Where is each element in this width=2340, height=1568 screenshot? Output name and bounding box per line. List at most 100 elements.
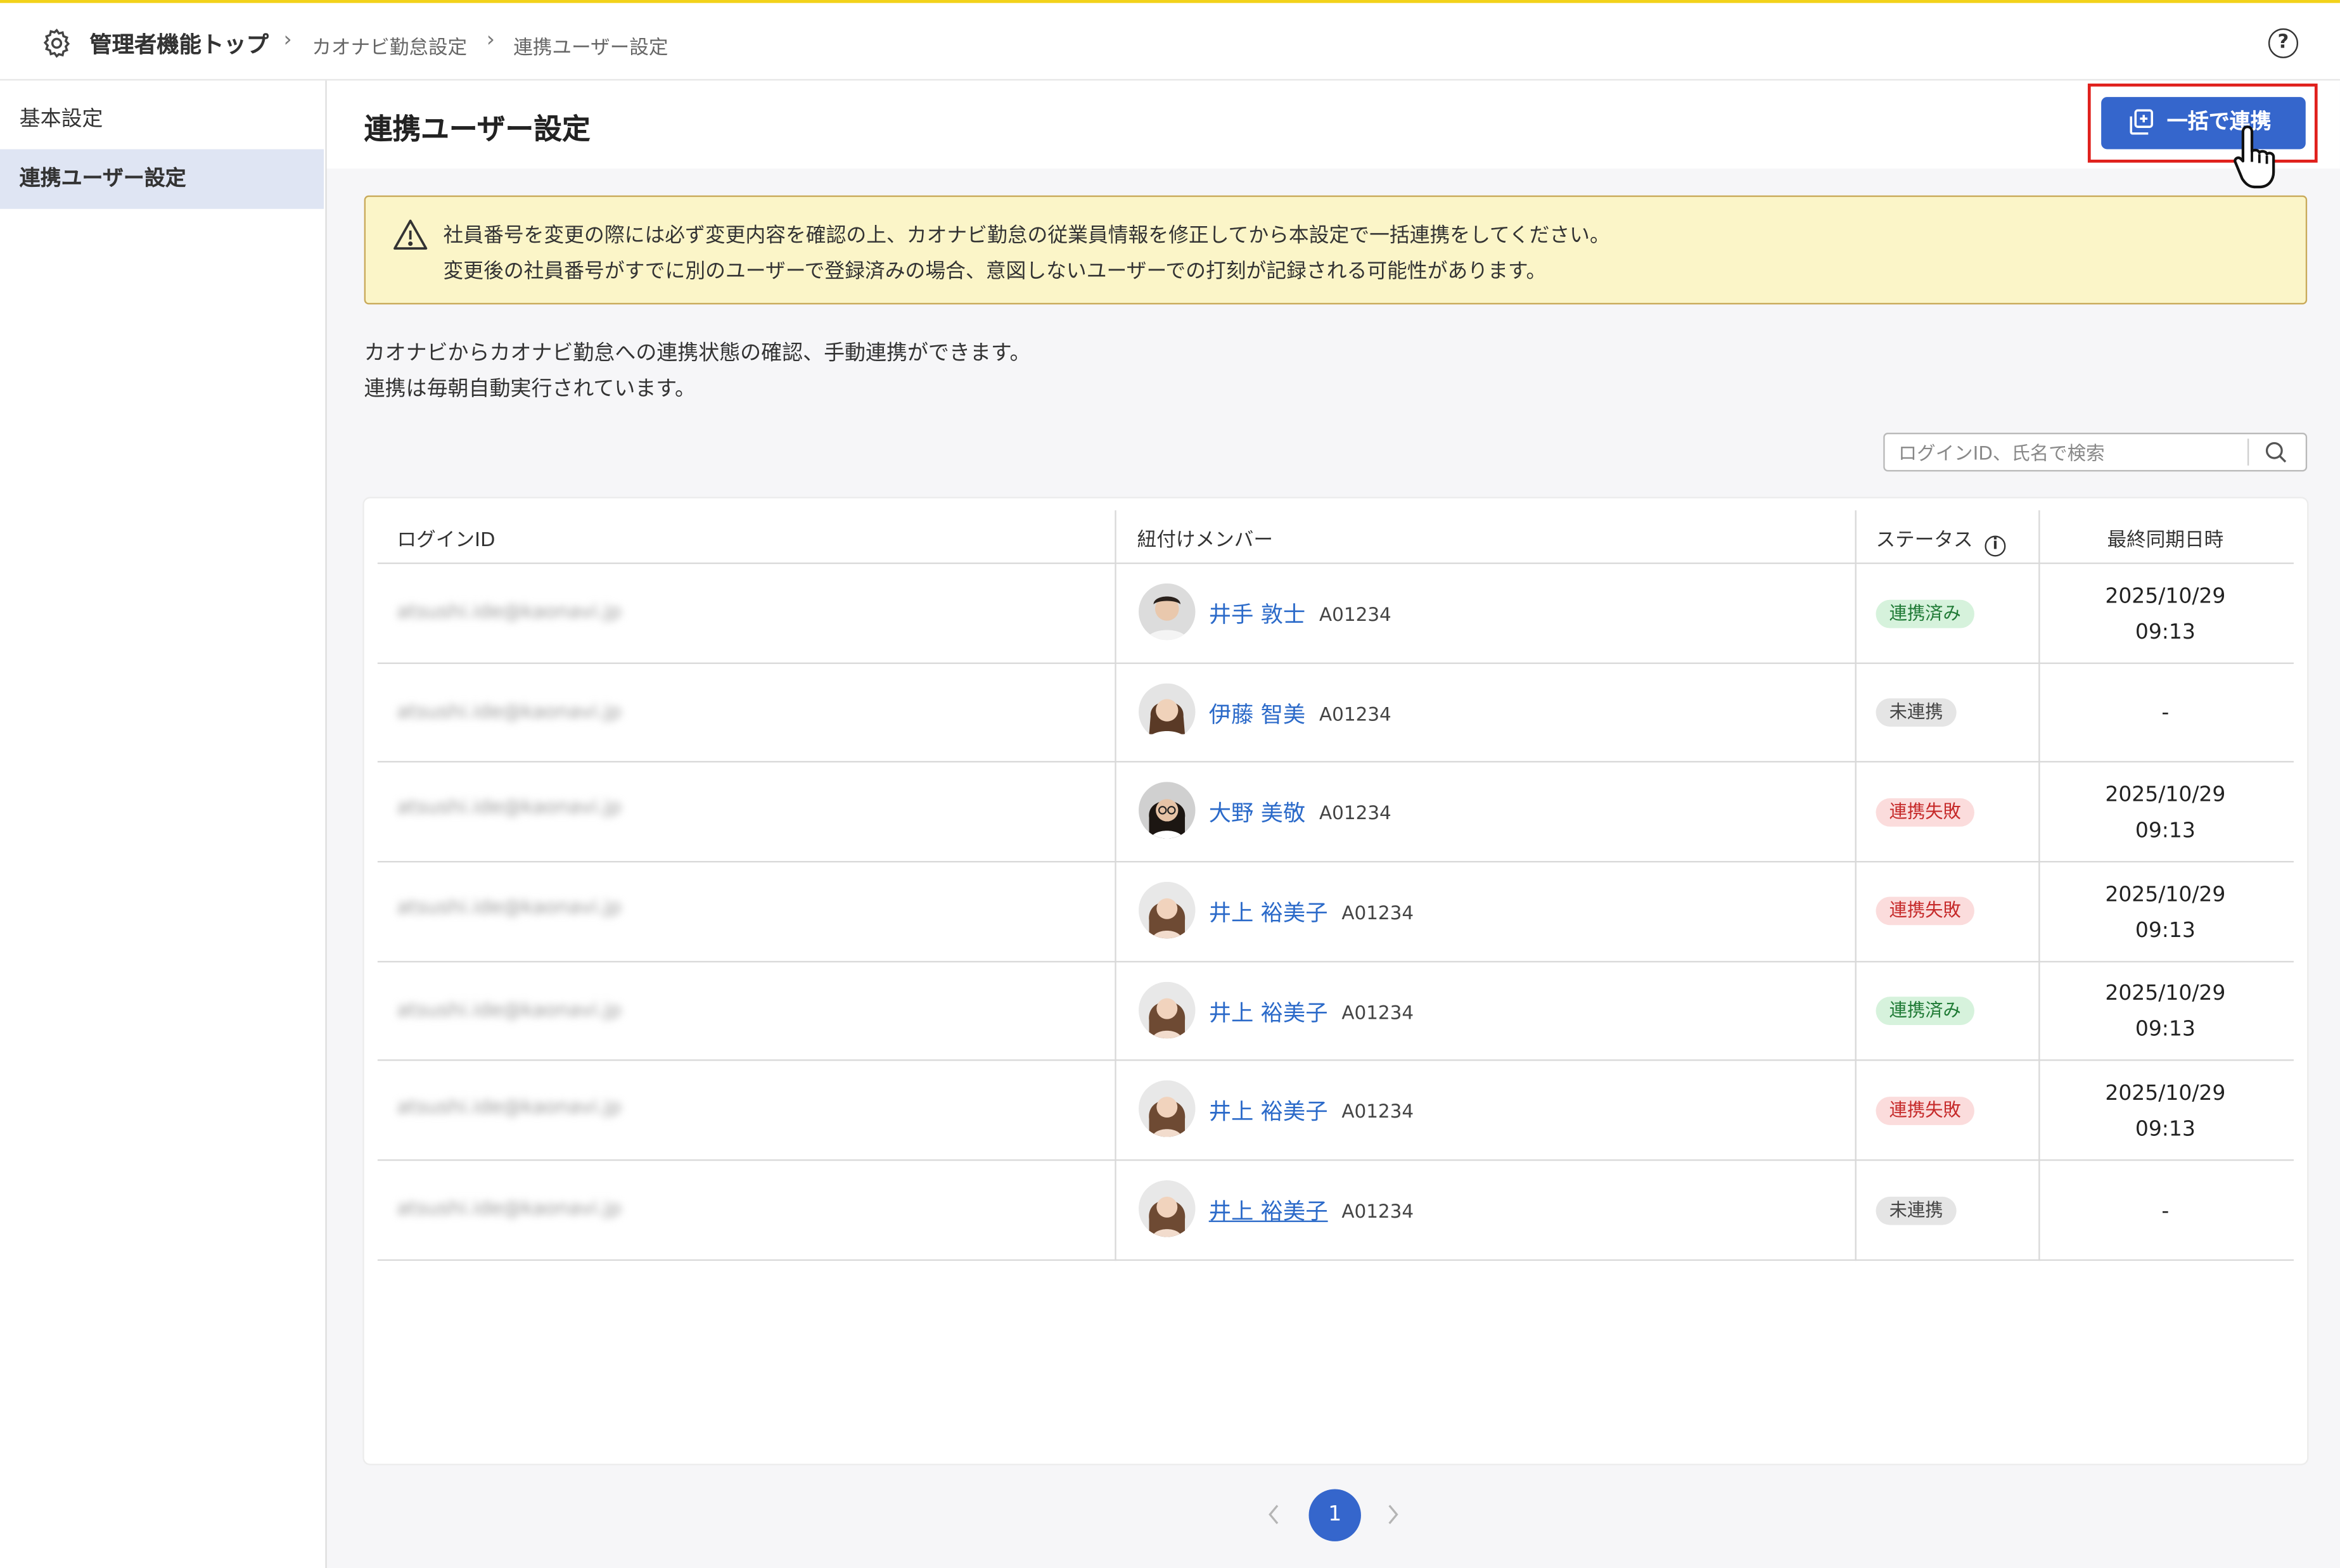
row-2-sync-date: - (2161, 701, 2170, 725)
pagination-page-current[interactable]: 1 (1308, 1489, 1361, 1541)
row-3-member-code: A01234 (1319, 801, 1391, 824)
user-table-card: ログインID 紐付けメンバー ステータス i 最終同期日時 atsushi.ide… (364, 498, 2308, 1464)
row-7-member-code: A01234 (1341, 1199, 1414, 1222)
row-5-avatar (1139, 981, 1196, 1039)
row-2-status-badge: 未連携 (1876, 698, 1957, 727)
row-5-sync-date: 2025/10/29 (2105, 981, 2226, 1006)
row-6-member-code: A01234 (1341, 1099, 1414, 1123)
row-4-member-name[interactable]: 井上 裕美子 (1209, 896, 1328, 927)
row-7-login-id: atsushi.ide@kaonavi.jp (397, 1198, 622, 1221)
warning-text-line-1: 社員番号を変更の際には必ず変更内容を確認の上、カオナビ勤怠の従業員情報を修正して… (443, 224, 1610, 248)
row-4-last-sync: 2025/10/29 09:13 (2042, 877, 2289, 949)
sidebar-item-basic-settings[interactable]: 基本設定 (0, 89, 324, 149)
hand-cursor-icon (2234, 125, 2275, 189)
column-divider (2038, 510, 2040, 1261)
row-5-last-sync: 2025/10/29 09:13 (2042, 976, 2289, 1047)
row-5-status-badge: 連携済み (1876, 997, 1974, 1026)
breadcrumb-root[interactable]: 管理者機能トップ (89, 29, 269, 60)
row-divider (377, 662, 2294, 665)
top-bar: 管理者機能トップ › カオナビ勤怠設定 › 連携ユーザー設定 ? (0, 0, 2340, 81)
row-7-last-sync: - (2042, 1194, 2289, 1230)
row-2-last-sync: - (2042, 696, 2289, 732)
column-header-last-sync: 最終同期日時 (2107, 530, 2224, 552)
sidebar: 基本設定 連携ユーザー設定 (0, 80, 327, 1568)
row-3-member-name[interactable]: 大野 美敬 (1209, 797, 1306, 828)
pagination-prev-icon[interactable] (1265, 1503, 1283, 1527)
row-divider (377, 1259, 2294, 1261)
search-icon[interactable] (2264, 440, 2288, 464)
row-2-login-id: atsushi.ide@kaonavi.jp (397, 701, 622, 724)
row-4-status-badge: 連携失敗 (1876, 896, 1974, 926)
title-band: 連携ユーザー設定 (326, 80, 2340, 169)
row-5-member-name[interactable]: 井上 裕美子 (1209, 997, 1328, 1028)
row-4-sync-date: 2025/10/29 (2105, 883, 2226, 907)
column-header-member: 紐付けメンバー (1137, 530, 1274, 552)
row-3-login-id: atsushi.ide@kaonavi.jp (397, 796, 622, 820)
row-3-sync-date: 2025/10/29 (2105, 783, 2226, 808)
row-3-avatar (1139, 782, 1196, 839)
row-4-sync-time: 09:13 (2135, 919, 2196, 943)
column-header-login-id: ログインID (397, 530, 495, 552)
row-1-status-badge: 連携済み (1876, 599, 1974, 628)
row-7-member-name[interactable]: 井上 裕美子 (1209, 1195, 1328, 1227)
row-3-last-sync: 2025/10/29 09:13 (2042, 777, 2289, 849)
info-icon[interactable]: i (1985, 535, 2006, 557)
warning-banner: 社員番号を変更の際には必ず変更内容を確認の上、カオナビ勤怠の従業員情報を修正して… (364, 195, 2308, 305)
row-2-member-name[interactable]: 伊藤 智美 (1209, 698, 1306, 729)
row-1-login-id: atsushi.ide@kaonavi.jp (397, 601, 622, 624)
row-5-sync-time: 09:13 (2135, 1017, 2196, 1042)
row-6-status-badge: 連携失敗 (1876, 1097, 1974, 1125)
row-1-avatar (1139, 583, 1196, 641)
description-line-2: 連携は毎朝自動実行されています。 (364, 377, 696, 402)
chevron-right-icon: › (486, 28, 495, 53)
row-1-member-name[interactable]: 井手 敦士 (1209, 598, 1306, 629)
pagination-next-icon[interactable] (1383, 1503, 1401, 1527)
description-line-1: カオナビからカオナビ勤怠への連携状態の確認、手動連携ができます。 (364, 341, 1031, 366)
row-3-status-badge: 連携失敗 (1876, 798, 1974, 827)
main-content: 連携ユーザー設定 一括で連携 社員番号を変更の際には必ず変更内容を確認の上、カオ… (326, 80, 2340, 1568)
row-4-avatar (1139, 881, 1196, 939)
search-divider (2247, 438, 2249, 466)
row-6-sync-date: 2025/10/29 (2105, 1081, 2226, 1106)
warning-text-line-2: 変更後の社員番号がすでに別のユーザーで登録済みの場合、意図しないユーザーでの打刻… (443, 259, 1547, 284)
chevron-right-icon: › (283, 28, 292, 53)
column-header-status: ステータス i (1876, 524, 2006, 557)
breadcrumb-item-kintai-settings[interactable]: カオナビ勤怠設定 (312, 31, 467, 60)
row-divider (377, 960, 2294, 963)
row-4-login-id: atsushi.ide@kaonavi.jp (397, 896, 622, 919)
row-5-login-id: atsushi.ide@kaonavi.jp (397, 999, 622, 1023)
row-7-status-badge: 未連携 (1876, 1196, 1957, 1225)
search-input[interactable] (1886, 435, 2245, 469)
row-divider (377, 1059, 2294, 1061)
row-6-sync-time: 09:13 (2135, 1118, 2196, 1142)
row-3-sync-time: 09:13 (2135, 819, 2196, 843)
help-icon[interactable]: ? (2268, 28, 2299, 58)
search-box (1883, 433, 2308, 472)
row-divider (377, 860, 2294, 863)
gear-icon[interactable] (41, 27, 74, 60)
bulk-link-icon (2130, 109, 2153, 135)
page-title: 連携ユーザー設定 (364, 113, 591, 146)
column-header-status-label: ステータス (1876, 530, 1973, 552)
row-1-sync-date: 2025/10/29 (2105, 585, 2226, 609)
row-4-member-code: A01234 (1341, 901, 1414, 924)
row-1-sync-time: 09:13 (2135, 620, 2196, 645)
breadcrumb-item-current: 連携ユーザー設定 (513, 37, 668, 60)
row-2-avatar (1139, 683, 1196, 741)
sidebar-item-linked-users[interactable]: 連携ユーザー設定 (0, 149, 324, 209)
row-divider (377, 1159, 2294, 1161)
row-1-member-code: A01234 (1319, 602, 1391, 625)
header-divider (377, 562, 2294, 564)
row-5-member-code: A01234 (1341, 1001, 1414, 1024)
row-divider (377, 761, 2294, 763)
column-divider (1115, 510, 1116, 1261)
row-7-avatar (1139, 1180, 1196, 1237)
row-6-member-name[interactable]: 井上 裕美子 (1209, 1095, 1328, 1126)
row-7-sync-date: - (2161, 1199, 2170, 1224)
row-2-member-code: A01234 (1319, 703, 1391, 725)
column-divider (1855, 510, 1857, 1261)
warning-triangle-icon (393, 219, 428, 250)
row-1-last-sync: 2025/10/29 09:13 (2042, 579, 2289, 651)
row-6-avatar (1139, 1080, 1196, 1137)
row-6-login-id: atsushi.ide@kaonavi.jp (397, 1097, 622, 1119)
